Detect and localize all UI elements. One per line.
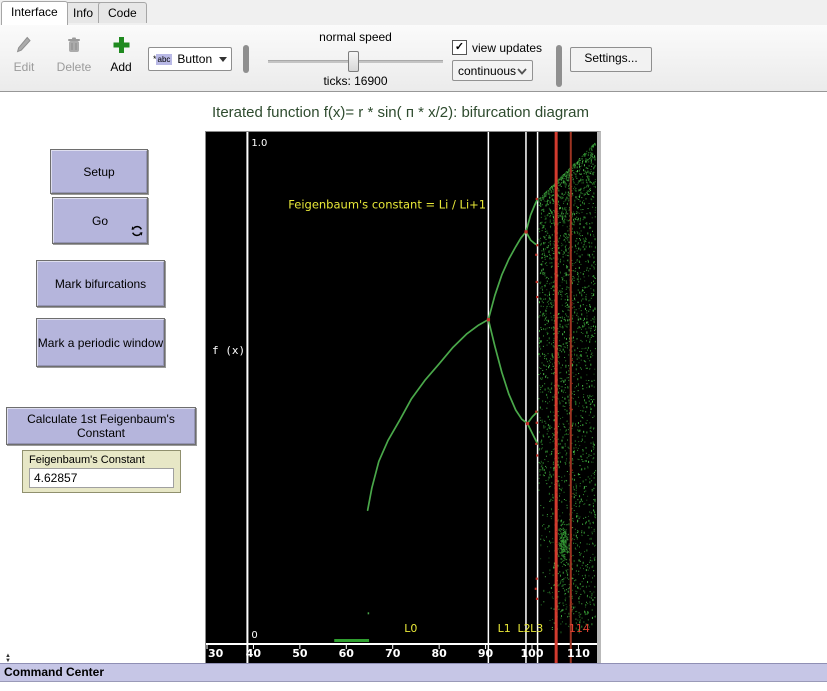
widget-type-value: Button [177, 52, 212, 66]
widget-type-dropdown[interactable]: * abc Button [148, 47, 232, 71]
plus-icon [111, 44, 131, 58]
mark-bifurcations-button[interactable]: Mark bifurcations [36, 260, 165, 307]
calculate-feigenbaum-button[interactable]: Calculate 1st Feigenbaum's Constant [6, 407, 196, 445]
toolbar-separator [243, 45, 249, 73]
speed-slider[interactable] [268, 54, 443, 68]
delete-button[interactable]: Delete [52, 35, 96, 74]
settings-button[interactable]: Settings... [570, 47, 652, 72]
tab-strip: Interface Info Code [0, 0, 827, 25]
svg-text:L2: L2 [518, 622, 531, 635]
svg-text:L1: L1 [498, 622, 511, 635]
svg-text:40: 40 [246, 647, 262, 660]
view-updates-label: view updates [472, 41, 542, 55]
slider-thumb[interactable] [348, 51, 359, 72]
monitor-value: 4.62857 [29, 468, 174, 488]
netlogo-window: Interface Info Code Edit Delete Add * ab… [0, 0, 827, 691]
svg-text:50: 50 [292, 647, 308, 660]
svg-text:Feigenbaum's constant = Li / L: Feigenbaum's constant = Li / Li+1 [288, 197, 486, 211]
abc-icon: abc [156, 54, 173, 65]
setup-button[interactable]: Setup [50, 149, 148, 194]
update-mode-dropdown[interactable]: continuous [452, 60, 533, 81]
svg-text:L0: L0 [404, 622, 417, 635]
speed-slider-label: normal speed [268, 30, 443, 44]
go-button[interactable]: Go [52, 197, 148, 244]
monitor-label: Feigenbaum's Constant [29, 454, 174, 466]
toolbar: Edit Delete Add * abc Button normal spee… [0, 25, 827, 92]
svg-text:70: 70 [385, 647, 401, 660]
tab-interface[interactable]: Interface [1, 1, 68, 25]
svg-text:100: 100 [521, 647, 544, 660]
svg-text:80: 80 [431, 647, 447, 660]
plot-widget: 1.0 0 f (x) Feigenbaum's constant = Li / Li… [205, 131, 601, 665]
svg-text:L3: L3 [530, 622, 543, 635]
chevron-down-icon [219, 57, 227, 62]
svg-text:0: 0 [251, 630, 257, 641]
svg-text:90: 90 [478, 647, 494, 660]
tab-code[interactable]: Code [98, 2, 147, 23]
speed-slider-group: normal speed ticks: 16900 [268, 30, 443, 88]
svg-text:114: 114 [569, 622, 590, 635]
svg-text:f (x): f (x) [212, 344, 245, 357]
view-updates-checkbox[interactable]: ✓ [452, 40, 467, 55]
svg-text:110: 110 [567, 647, 590, 660]
command-center-input-area[interactable] [0, 682, 827, 691]
view-updates-group: ✓ view updates [452, 40, 542, 55]
pencil-icon [14, 44, 34, 58]
chevron-down-icon [517, 64, 527, 78]
svg-text:60: 60 [339, 647, 355, 660]
bifurcation-plot-canvas: 1.0 0 f (x) Feigenbaum's constant = Li / Li… [206, 132, 597, 663]
svg-text:1.0: 1.0 [251, 138, 267, 149]
add-button[interactable]: Add [104, 35, 138, 74]
command-center-header[interactable]: Command Center [0, 663, 827, 682]
feigenbaum-monitor: Feigenbaum's Constant 4.62857 [22, 450, 181, 493]
update-mode-value: continuous [458, 64, 516, 78]
forever-icon [131, 225, 143, 240]
edit-button[interactable]: Edit [6, 35, 42, 74]
plot-title: Iterated function f(x)= r * sin( п * x/2… [205, 104, 596, 121]
tab-info[interactable]: Info [63, 2, 103, 23]
ticks-counter: ticks: 16900 [268, 74, 443, 88]
trash-icon [64, 44, 84, 58]
interface-canvas: Iterated function f(x)= r * sin( п * x/2… [0, 92, 827, 663]
svg-text:30: 30 [208, 647, 224, 660]
mark-periodic-window-button[interactable]: Mark a periodic window [36, 318, 165, 367]
toolbar-separator [556, 45, 562, 87]
